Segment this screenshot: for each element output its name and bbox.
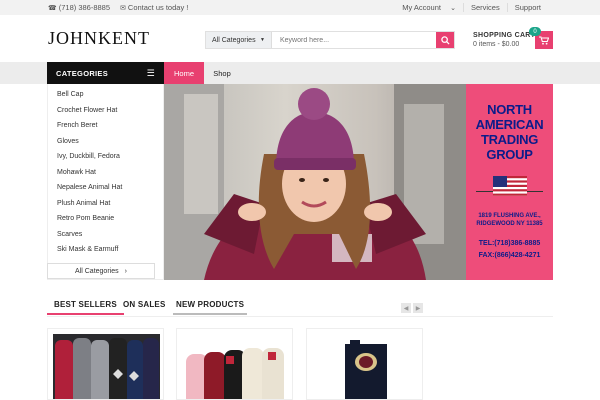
carousel-arrows: ◀ ▶ — [401, 303, 423, 313]
support-link[interactable]: Support — [506, 3, 548, 12]
sidebar-item-scarves[interactable]: Scarves — [48, 227, 163, 243]
hero-banner[interactable] — [164, 84, 466, 280]
sidebar-item-crochet-flower-hat[interactable]: Crochet Flower Hat — [48, 103, 163, 119]
cart-count-badge: 0 — [529, 27, 541, 36]
promo-panel[interactable]: NORTH AMERICAN TRADING GROUP 1819 FLUSHI… — [466, 84, 553, 280]
product-card[interactable] — [176, 328, 293, 400]
sidebar-item-mohawk-hat[interactable]: Mohawk Hat — [48, 165, 163, 181]
chevron-right-icon: › — [124, 267, 127, 275]
promo-line-2: AMERICAN — [475, 117, 544, 132]
phone-icon: ☎ — [48, 4, 57, 12]
sidebar-item-french-beret[interactable]: French Beret — [48, 118, 163, 134]
search-category-label: All Categories — [212, 36, 256, 44]
categories-toggle[interactable]: CATEGORIES ☰ — [47, 62, 164, 84]
prev-arrow-icon[interactable]: ◀ — [401, 303, 411, 313]
shopping-cart-info[interactable]: SHOPPING CART 0 items - $0.00 — [473, 32, 535, 48]
cart-title: SHOPPING CART — [473, 32, 536, 39]
sidebar-item-nepalese-animal-hat[interactable]: Nepalese Animal Hat — [48, 180, 163, 196]
product-card[interactable] — [306, 328, 423, 400]
promo-line-1: NORTH — [487, 102, 532, 117]
category-sidebar: Bell Cap Crochet Flower Hat French Beret… — [47, 84, 164, 280]
search-button[interactable] — [436, 32, 454, 48]
sidebar-item-ivy-duckbill-fedora[interactable]: Ivy, Duckbill, Fedora — [48, 149, 163, 165]
menu-icon: ☰ — [146, 68, 155, 78]
product-card[interactable] — [47, 328, 164, 400]
product-tabs: BEST SELLERS ON SALES NEW PRODUCTS — [47, 297, 553, 317]
cart-icon — [539, 35, 549, 45]
phone-number: (718) 386-8885 — [58, 3, 111, 12]
all-categories-label: All Categories — [75, 267, 119, 275]
site-logo[interactable]: JOHNKENT — [48, 28, 150, 49]
product-image — [182, 334, 289, 399]
nav-shop[interactable]: Shop — [204, 62, 240, 84]
chevron-down-icon: ⌄ — [450, 5, 456, 12]
phone-info: ☎ (718) 386-8885 — [48, 3, 110, 12]
services-link[interactable]: Services — [462, 3, 507, 12]
promo-line-3: TRADING — [480, 132, 539, 147]
contact-text: Contact us today ! — [127, 3, 189, 12]
us-flag-icon — [492, 176, 527, 196]
promo-line-4: GROUP — [486, 147, 533, 162]
all-categories-button[interactable]: All Categories › — [47, 263, 155, 279]
my-account-label: My Account — [402, 3, 441, 12]
contact-link[interactable]: ✉ Contact us today ! — [120, 3, 188, 12]
product-image — [53, 334, 160, 399]
search-category-select[interactable]: All Categories ▼ — [206, 32, 272, 48]
promo-tel: TEL:(718)386-8885 — [478, 240, 541, 247]
promo-address-1: 1819 FLUSHING AVE., — [478, 213, 541, 219]
my-account-link[interactable]: My Account ⌄ — [388, 3, 463, 12]
promo-address-2: RIDGEWOOD NY 11385 — [476, 221, 543, 227]
sidebar-item-gloves[interactable]: Gloves — [48, 134, 163, 150]
top-bar: ☎ (718) 386-8885 ✉ Contact us today ! My A… — [0, 0, 600, 15]
tab-best-sellers[interactable]: BEST SELLERS — [47, 300, 124, 315]
cart-summary: 0 items - $0.00 — [473, 41, 520, 48]
categories-label: CATEGORIES — [56, 69, 109, 78]
tab-new-products[interactable]: NEW PRODUCTS — [172, 300, 248, 315]
caret-down-icon: ▼ — [260, 37, 265, 43]
search-bar: All Categories ▼ — [205, 31, 455, 49]
sidebar-item-ski-mask-earmuff[interactable]: Ski Mask & Earmuff — [48, 242, 163, 258]
tab-on-sales[interactable]: ON SALES — [123, 300, 166, 309]
search-icon — [440, 35, 450, 45]
hero-photo — [164, 84, 466, 280]
next-arrow-icon[interactable]: ▶ — [413, 303, 423, 313]
nav-home[interactable]: Home — [164, 62, 204, 84]
mail-icon: ✉ — [120, 4, 126, 12]
sidebar-item-retro-pom-beanie[interactable]: Retro Pom Beanie — [48, 211, 163, 227]
sidebar-item-bell-cap[interactable]: Bell Cap — [48, 87, 163, 103]
search-input[interactable] — [272, 32, 436, 48]
sidebar-item-plush-animal-hat[interactable]: Plush Animal Hat — [48, 196, 163, 212]
product-image — [312, 334, 419, 399]
promo-fax: FAX:(866)428-4271 — [478, 252, 541, 259]
